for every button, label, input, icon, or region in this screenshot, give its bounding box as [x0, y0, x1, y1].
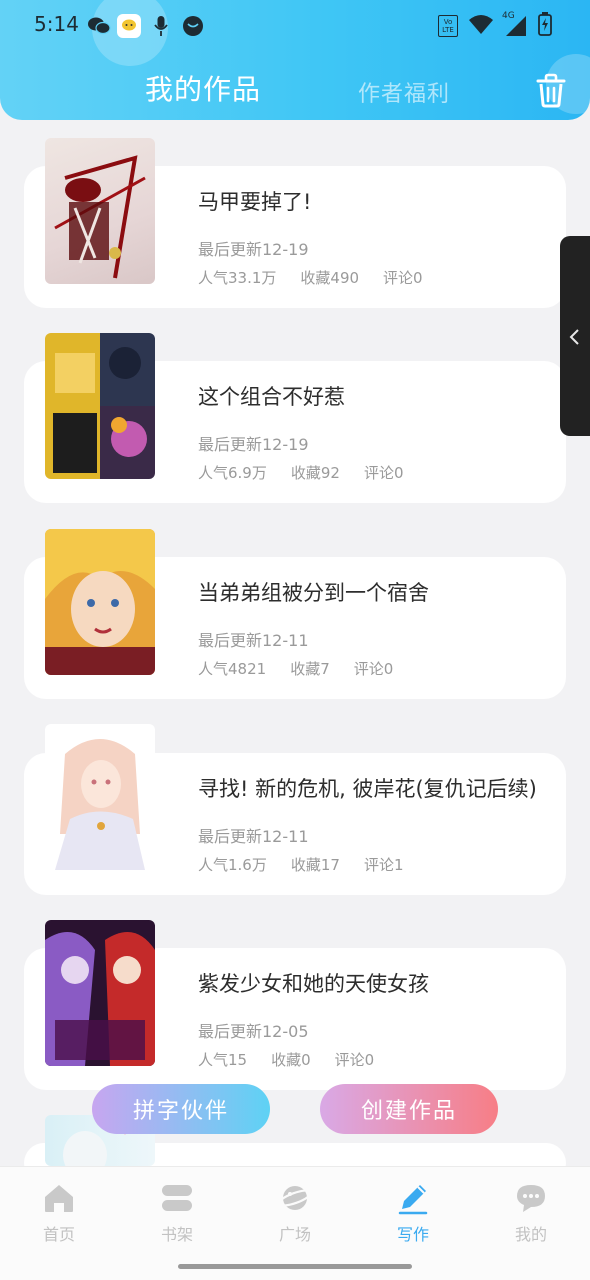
work-stats: 人气33.1万 收藏490 评论0 [198, 267, 423, 288]
work-favorites: 收藏0 [271, 1051, 311, 1069]
work-cover[interactable] [45, 138, 155, 284]
work-title: 紫发少女和她的天使女孩 [198, 972, 429, 996]
nav-label: 广场 [278, 1225, 311, 1244]
work-updated: 最后更新12-19 [198, 435, 309, 454]
work-title: 马甲要掉了! [198, 190, 312, 214]
wifi-icon [468, 13, 494, 39]
nav-bookshelf[interactable]: 书架 [137, 1181, 217, 1245]
work-updated: 最后更新12-11 [198, 631, 309, 650]
side-drawer-handle[interactable] [560, 236, 590, 436]
work-stats: 人气1.6万 收藏17 评论1 [198, 854, 404, 875]
pen-icon [396, 1181, 430, 1215]
status-right-icons: Vo LTE 4G [438, 11, 552, 40]
network-type-label: 4G [502, 11, 515, 21]
work-cover[interactable] [45, 724, 155, 870]
home-icon [42, 1181, 76, 1215]
trash-icon[interactable] [534, 72, 568, 108]
nav-write[interactable]: 写作 [373, 1181, 453, 1245]
bottom-nav: 首页 书架 广场 写作 我的 [0, 1166, 590, 1280]
nav-me[interactable]: 我的 [491, 1181, 571, 1245]
work-favorites: 收藏7 [290, 660, 330, 678]
work-comments: 评论0 [353, 660, 394, 678]
nav-label: 书架 [160, 1225, 193, 1244]
home-indicator[interactable] [178, 1264, 412, 1269]
work-popularity: 人气15 [198, 1051, 248, 1069]
work-popularity: 人气33.1万 [198, 269, 277, 287]
nav-home[interactable]: 首页 [19, 1181, 99, 1245]
work-favorites: 收藏17 [290, 856, 340, 874]
work-updated: 最后更新12-11 [198, 827, 309, 846]
work-stats: 人气4821 收藏7 评论0 [198, 658, 393, 679]
microphone-icon [148, 13, 174, 39]
bookshelf-icon [160, 1181, 194, 1215]
signal-4g-icon: 4G [502, 11, 528, 37]
battery-charging-icon [538, 12, 552, 40]
nav-label: 写作 [396, 1225, 429, 1244]
work-popularity: 人气4821 [198, 660, 267, 678]
work-comments: 评论1 [363, 856, 404, 874]
work-comments: 评论0 [383, 269, 423, 287]
chevron-left-icon [568, 328, 582, 350]
typing-partner-button[interactable]: 拼字伙伴 [92, 1084, 270, 1134]
work-title: 这个组合不好惹 [198, 385, 345, 409]
work-updated: 最后更新12-05 [198, 1022, 309, 1041]
header-bar: 5:14 Vo LTE 4G 我的作品 作者福利 [0, 0, 590, 120]
work-comments: 评论0 [334, 1051, 375, 1069]
tab-my-works[interactable]: 我的作品 [145, 68, 261, 108]
status-bar: 5:14 Vo LTE 4G [0, 0, 590, 52]
wechat-icon [86, 13, 112, 39]
work-favorites: 收藏92 [290, 464, 340, 482]
nav-label: 首页 [42, 1225, 75, 1244]
planet-icon [277, 1181, 313, 1215]
work-title: 寻找! 新的危机, 彼岸花(复仇记后续) [198, 777, 537, 801]
work-popularity: 人气1.6万 [198, 856, 267, 874]
tab-author-benefits[interactable]: 作者福利 [358, 76, 450, 108]
volte-icon: Vo LTE [438, 15, 458, 37]
profile-chat-icon [514, 1181, 548, 1215]
work-comments: 评论0 [363, 464, 404, 482]
status-time: 5:14 [34, 12, 79, 36]
create-work-button[interactable]: 创建作品 [320, 1084, 498, 1134]
work-updated: 最后更新12-19 [198, 240, 309, 259]
nav-label: 我的 [514, 1225, 547, 1244]
chat-bubble-app-icon [117, 14, 141, 38]
work-cover[interactable] [45, 920, 155, 1066]
work-title: 当弟弟组被分到一个宿舍 [198, 581, 429, 605]
nav-square[interactable]: 广场 [255, 1181, 335, 1245]
work-stats: 人气6.9万 收藏92 评论0 [198, 462, 404, 483]
work-cover[interactable] [45, 529, 155, 675]
work-cover[interactable] [45, 333, 155, 479]
app-circle-icon [180, 13, 206, 39]
work-popularity: 人气6.9万 [198, 464, 267, 482]
work-stats: 人气15 收藏0 评论0 [198, 1049, 374, 1070]
work-favorites: 收藏490 [300, 269, 360, 287]
